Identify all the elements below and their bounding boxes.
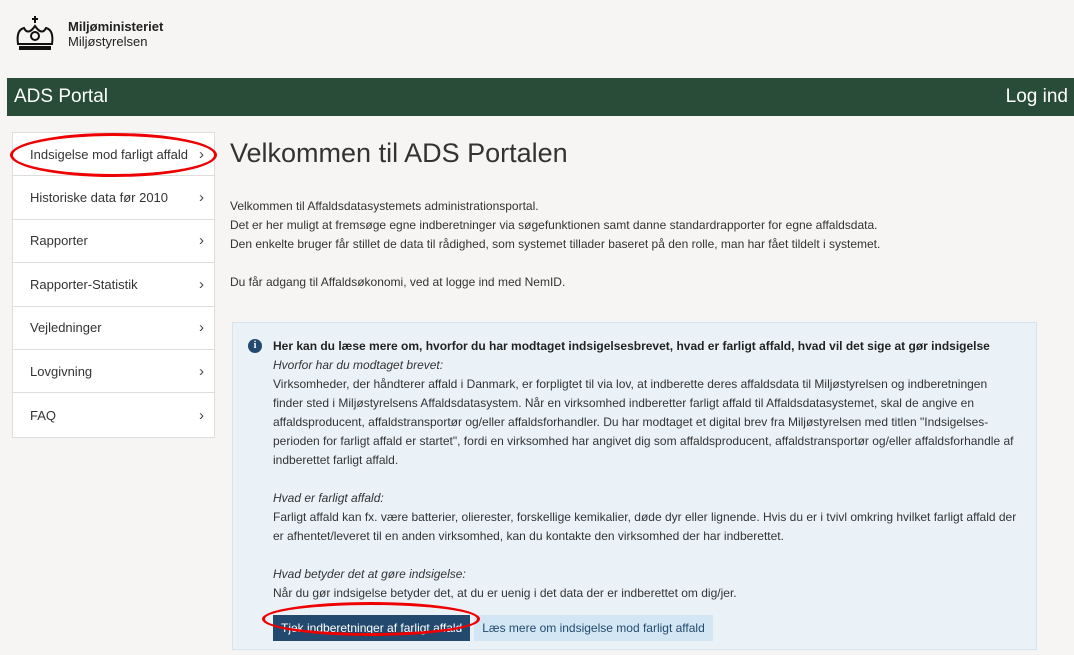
portal-title[interactable]: ADS Portal	[14, 86, 108, 108]
sidebar-menu: Indsigelse mod farligt affald › Historis…	[12, 132, 215, 438]
read-more-button[interactable]: Læs mere om indsigelse mod farligt affal…	[474, 615, 713, 641]
intro-line: Det er her muligt at fremsøge egne indbe…	[230, 218, 878, 232]
sidebar-item-label: Indsigelse mod farligt affald	[30, 146, 189, 162]
answer-line: er afhentet/leveret til en anden virksom…	[273, 529, 784, 543]
question-objection: Hvad betyder det at gøre indsigelse:	[273, 567, 466, 581]
answer-line: indberettet farligt affald.	[273, 453, 399, 467]
main-navbar: ADS Portal Log ind	[7, 78, 1074, 116]
sidebar-item-historiske-data[interactable]: Historiske data før 2010 ›	[13, 176, 214, 220]
login-link[interactable]: Log ind	[1006, 86, 1068, 108]
answer-line: Når du gør indsigelse betyder det, at du…	[273, 586, 737, 600]
answer-line: perioden for farligt affald er startet",…	[273, 434, 1014, 448]
chevron-right-icon: ›	[199, 406, 204, 424]
chevron-right-icon: ›	[199, 362, 204, 380]
intro-text: Velkommen til Affaldsdatasystemets admin…	[230, 197, 1060, 254]
info-box: i Her kan du læse mere om, hvorfor du ha…	[232, 322, 1037, 650]
answer-line: affaldsproducent, affaldstransportør og/…	[273, 415, 989, 429]
sidebar-item-label: Rapporter-Statistik	[30, 276, 138, 292]
intro-line: Den enkelte bruger får stillet de data t…	[230, 237, 881, 251]
site-header: Miljøministeriet Miljøstyrelsen	[0, 0, 1074, 78]
chevron-right-icon: ›	[199, 319, 204, 337]
page-title: Velkommen til ADS Portalen	[230, 138, 568, 168]
sidebar-item-faq[interactable]: FAQ ›	[13, 393, 214, 436]
chevron-right-icon: ›	[199, 275, 204, 293]
question-why-letter: Hvorfor har du modtaget brevet:	[273, 358, 444, 372]
sidebar-item-vejledninger[interactable]: Vejledninger ›	[13, 307, 214, 350]
sidebar-item-rapporter-statistik[interactable]: Rapporter-Statistik ›	[13, 263, 214, 307]
ministry-name: Miljøministeriet	[68, 19, 164, 34]
crown-icon	[16, 16, 54, 50]
sidebar-item-indsigelse[interactable]: Indsigelse mod farligt affald ›	[13, 133, 214, 177]
check-reports-button[interactable]: Tjek indberetninger af farligt affald	[273, 615, 471, 641]
intro-line: Velkommen til Affaldsdatasystemets admin…	[230, 199, 539, 213]
sidebar-item-label: Rapporter	[30, 233, 88, 249]
sidebar-item-label: FAQ	[30, 407, 57, 423]
sidebar-item-rapporter[interactable]: Rapporter ›	[13, 220, 214, 264]
info-icon: i	[248, 339, 262, 353]
question-what-hazardous: Hvad er farligt affald:	[273, 491, 384, 505]
answer-line: Virksomheder, der håndterer affald i Dan…	[273, 377, 988, 391]
chevron-right-icon: ›	[199, 232, 204, 250]
sidebar-item-lovgivning[interactable]: Lovgivning ›	[13, 350, 214, 394]
sidebar-item-label: Lovgivning	[30, 363, 93, 379]
agency-name: Miljøstyrelsen	[68, 34, 148, 49]
ministry-logo[interactable]: Miljøministeriet Miljøstyrelsen	[12, 14, 163, 54]
answer-line: finder sted i Miljøstyrelsens Affaldsdat…	[273, 396, 975, 410]
main-content: Velkommen til ADS Portalen Velkommen til…	[230, 132, 1060, 650]
chevron-right-icon: ›	[199, 145, 204, 163]
chevron-right-icon: ›	[199, 189, 204, 207]
sidebar-item-label: Vejledninger	[30, 320, 102, 336]
answer-line: Farligt affald kan fx. være batterier, o…	[273, 510, 1017, 524]
login-note: Du får adgang til Affaldsøkonomi, ved at…	[230, 275, 566, 289]
sidebar-item-label: Historiske data før 2010	[30, 190, 169, 206]
info-heading: Her kan du læse mere om, hvorfor du har …	[273, 339, 990, 353]
